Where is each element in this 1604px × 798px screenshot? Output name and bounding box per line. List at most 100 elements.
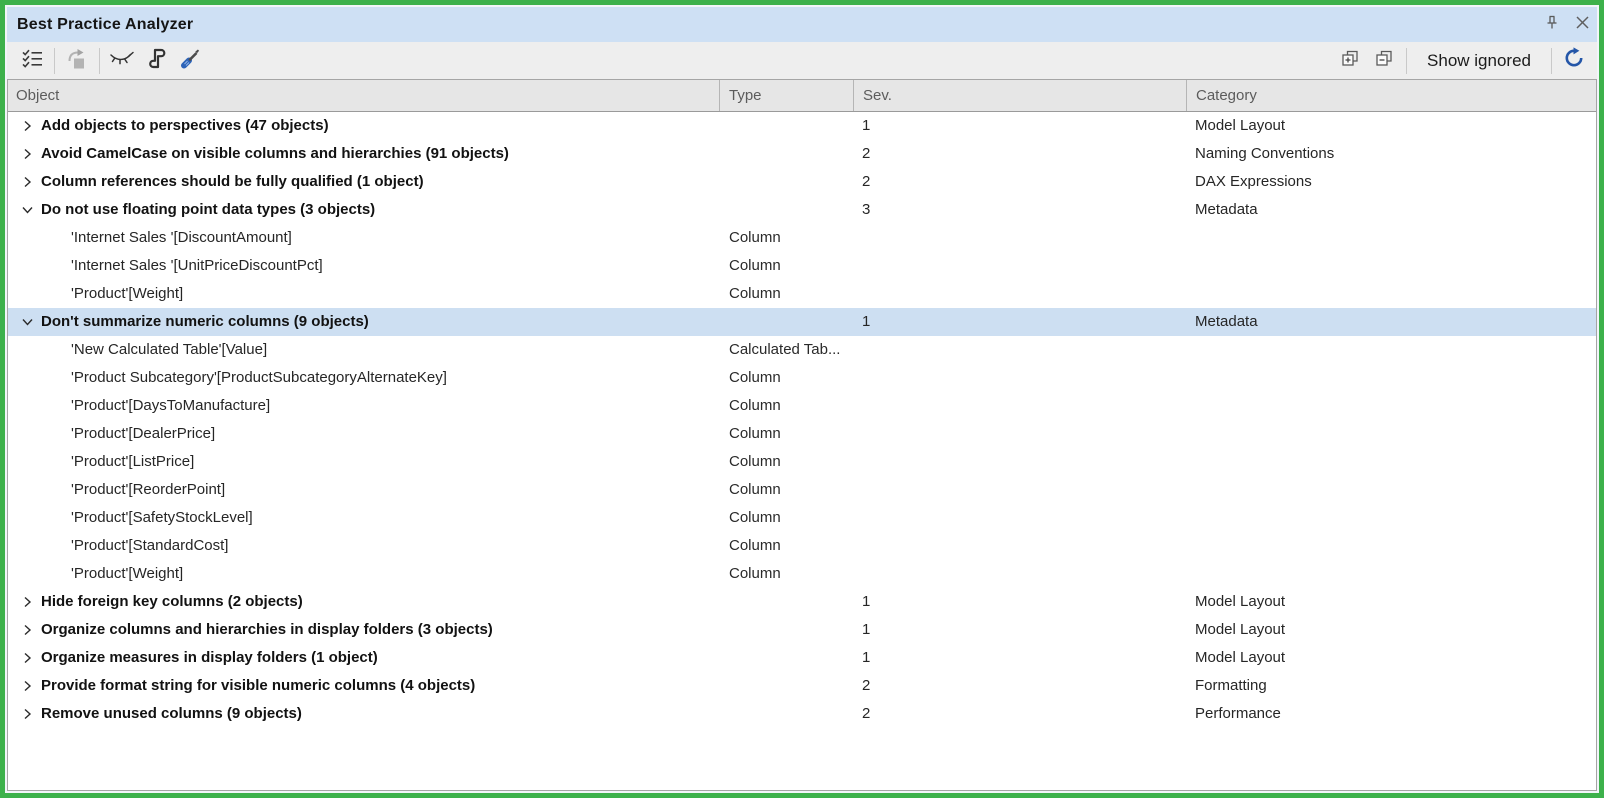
type-cell: Column	[719, 476, 853, 504]
object-cell: Remove unused columns (9 objects)	[8, 700, 719, 728]
rule-row[interactable]: Remove unused columns (9 objects) 2Perfor…	[8, 700, 1596, 728]
pin-button[interactable]	[1537, 11, 1567, 39]
object-row[interactable]: 'Product'[Weight] Column	[8, 560, 1596, 588]
category-cell	[1186, 252, 1596, 280]
object-cell: Do not use floating point data types (3 …	[8, 196, 719, 224]
object-label: 'Internet Sales '[DiscountAmount]	[71, 224, 292, 252]
collapse-chevron-icon[interactable]	[20, 204, 34, 216]
object-label: Organize measures in display folders (1 …	[41, 644, 378, 672]
expand-chevron-icon[interactable]	[20, 680, 34, 692]
best-practice-analyzer-window: Best Practice Analyzer	[5, 5, 1599, 793]
category-cell	[1186, 280, 1596, 308]
type-cell	[719, 700, 853, 728]
object-label: 'Product'[Weight]	[71, 560, 183, 588]
severity-cell	[853, 476, 1186, 504]
severity-cell	[853, 504, 1186, 532]
rule-row[interactable]: Organize measures in display folders (1 …	[8, 644, 1596, 672]
script-button[interactable]	[139, 46, 173, 76]
ignore-item-button[interactable]	[105, 46, 139, 76]
object-row[interactable]: 'Internet Sales '[DiscountAmount]Column	[8, 224, 1596, 252]
rule-row[interactable]: Organize columns and hierarchies in disp…	[8, 616, 1596, 644]
severity-cell: 1	[853, 644, 1186, 672]
type-cell	[719, 168, 853, 196]
show-ignored-button[interactable]: Show ignored	[1412, 46, 1546, 76]
fix-button[interactable]	[173, 46, 207, 76]
analyzer-panel-frame: Best Practice Analyzer	[0, 0, 1604, 798]
expand-chevron-icon[interactable]	[20, 596, 34, 608]
rule-row[interactable]: Hide foreign key columns (2 objects)1Mod…	[8, 588, 1596, 616]
script-icon	[147, 48, 166, 74]
column-header-type[interactable]: Type	[719, 80, 853, 111]
type-cell: Column	[719, 420, 853, 448]
object-row[interactable]: 'Product'[Weight]Column	[8, 280, 1596, 308]
rule-row[interactable]: Do not use floating point data types (3 …	[8, 196, 1596, 224]
type-cell: Column	[719, 448, 853, 476]
collapse-all-button[interactable]	[1367, 46, 1401, 76]
table-header-row: Object Type Sev. Category	[8, 80, 1596, 112]
object-label: 'Product'[ListPrice]	[71, 448, 194, 476]
close-button[interactable]	[1567, 11, 1597, 39]
category-cell: Formatting	[1186, 672, 1596, 700]
results-table: Object Type Sev. Category Add objects to…	[7, 79, 1597, 791]
rule-row[interactable]: Add objects to perspectives (47 objects)…	[8, 112, 1596, 140]
refresh-button[interactable]	[1557, 46, 1591, 76]
expand-chevron-icon[interactable]	[20, 176, 34, 188]
category-cell	[1186, 420, 1596, 448]
rule-row[interactable]: Avoid CamelCase on visible columns and h…	[8, 140, 1596, 168]
expand-chevron-icon[interactable]	[20, 708, 34, 720]
object-label: Organize columns and hierarchies in disp…	[41, 616, 493, 644]
severity-cell	[853, 392, 1186, 420]
expand-chevron-icon[interactable]	[20, 652, 34, 664]
object-row[interactable]: 'Product'[SafetyStockLevel]Column	[8, 504, 1596, 532]
pin-icon	[1545, 15, 1559, 35]
refresh-icon	[1563, 47, 1585, 74]
severity-cell: 2	[853, 700, 1186, 728]
type-cell: Column	[719, 280, 853, 308]
column-header-object[interactable]: Object	[8, 80, 719, 111]
rule-row[interactable]: Provide format string for visible numeri…	[8, 672, 1596, 700]
object-cell: Add objects to perspectives (47 objects)	[8, 112, 719, 140]
category-cell: DAX Expressions	[1186, 168, 1596, 196]
category-cell: Model Layout	[1186, 588, 1596, 616]
category-cell: Model Layout	[1186, 644, 1596, 672]
object-cell: 'Product'[DealerPrice]	[8, 420, 719, 448]
severity-cell: 2	[853, 672, 1186, 700]
object-row[interactable]: 'Product Subcategory'[ProductSubcategory…	[8, 364, 1596, 392]
severity-cell	[853, 280, 1186, 308]
severity-cell	[853, 224, 1186, 252]
manage-rules-button[interactable]	[15, 46, 49, 76]
object-cell: 'Internet Sales '[DiscountAmount]	[8, 224, 719, 252]
object-row[interactable]: 'Product'[ListPrice] Column	[8, 448, 1596, 476]
column-header-category[interactable]: Category	[1186, 80, 1596, 111]
object-cell: 'New Calculated Table'[Value]	[8, 336, 719, 364]
collapse-chevron-icon[interactable]	[20, 316, 34, 328]
object-label: Column references should be fully qualif…	[41, 168, 424, 196]
object-row[interactable]: 'Internet Sales '[UnitPriceDiscountPct]C…	[8, 252, 1596, 280]
severity-cell	[853, 560, 1186, 588]
type-cell	[719, 588, 853, 616]
object-label: Provide format string for visible numeri…	[41, 672, 475, 700]
object-label: Do not use floating point data types (3 …	[41, 196, 375, 224]
screwdriver-icon	[180, 48, 201, 74]
expand-chevron-icon[interactable]	[20, 624, 34, 636]
object-row[interactable]: 'Product'[DaysToManufacture]Column	[8, 392, 1596, 420]
type-cell: Column	[719, 560, 853, 588]
severity-cell	[853, 336, 1186, 364]
object-row[interactable]: 'Product'[DealerPrice]Column	[8, 420, 1596, 448]
column-header-severity[interactable]: Sev.	[853, 80, 1186, 111]
expand-chevron-icon[interactable]	[20, 120, 34, 132]
rule-row[interactable]: Column references should be fully qualif…	[8, 168, 1596, 196]
category-cell: Performance	[1186, 700, 1596, 728]
object-label: 'Product'[SafetyStockLevel]	[71, 504, 253, 532]
object-row[interactable]: 'New Calculated Table'[Value]Calculated …	[8, 336, 1596, 364]
expand-chevron-icon[interactable]	[20, 148, 34, 160]
object-cell: Avoid CamelCase on visible columns and h…	[8, 140, 719, 168]
category-cell	[1186, 336, 1596, 364]
expand-all-button[interactable]	[1333, 46, 1367, 76]
object-row[interactable]: 'Product'[ReorderPoint]Column	[8, 476, 1596, 504]
type-cell: Column	[719, 392, 853, 420]
category-cell	[1186, 504, 1596, 532]
rule-row[interactable]: Don't summarize numeric columns (9 objec…	[8, 308, 1596, 336]
object-row[interactable]: 'Product'[StandardCost]Column	[8, 532, 1596, 560]
toolbar-separator	[54, 48, 55, 74]
